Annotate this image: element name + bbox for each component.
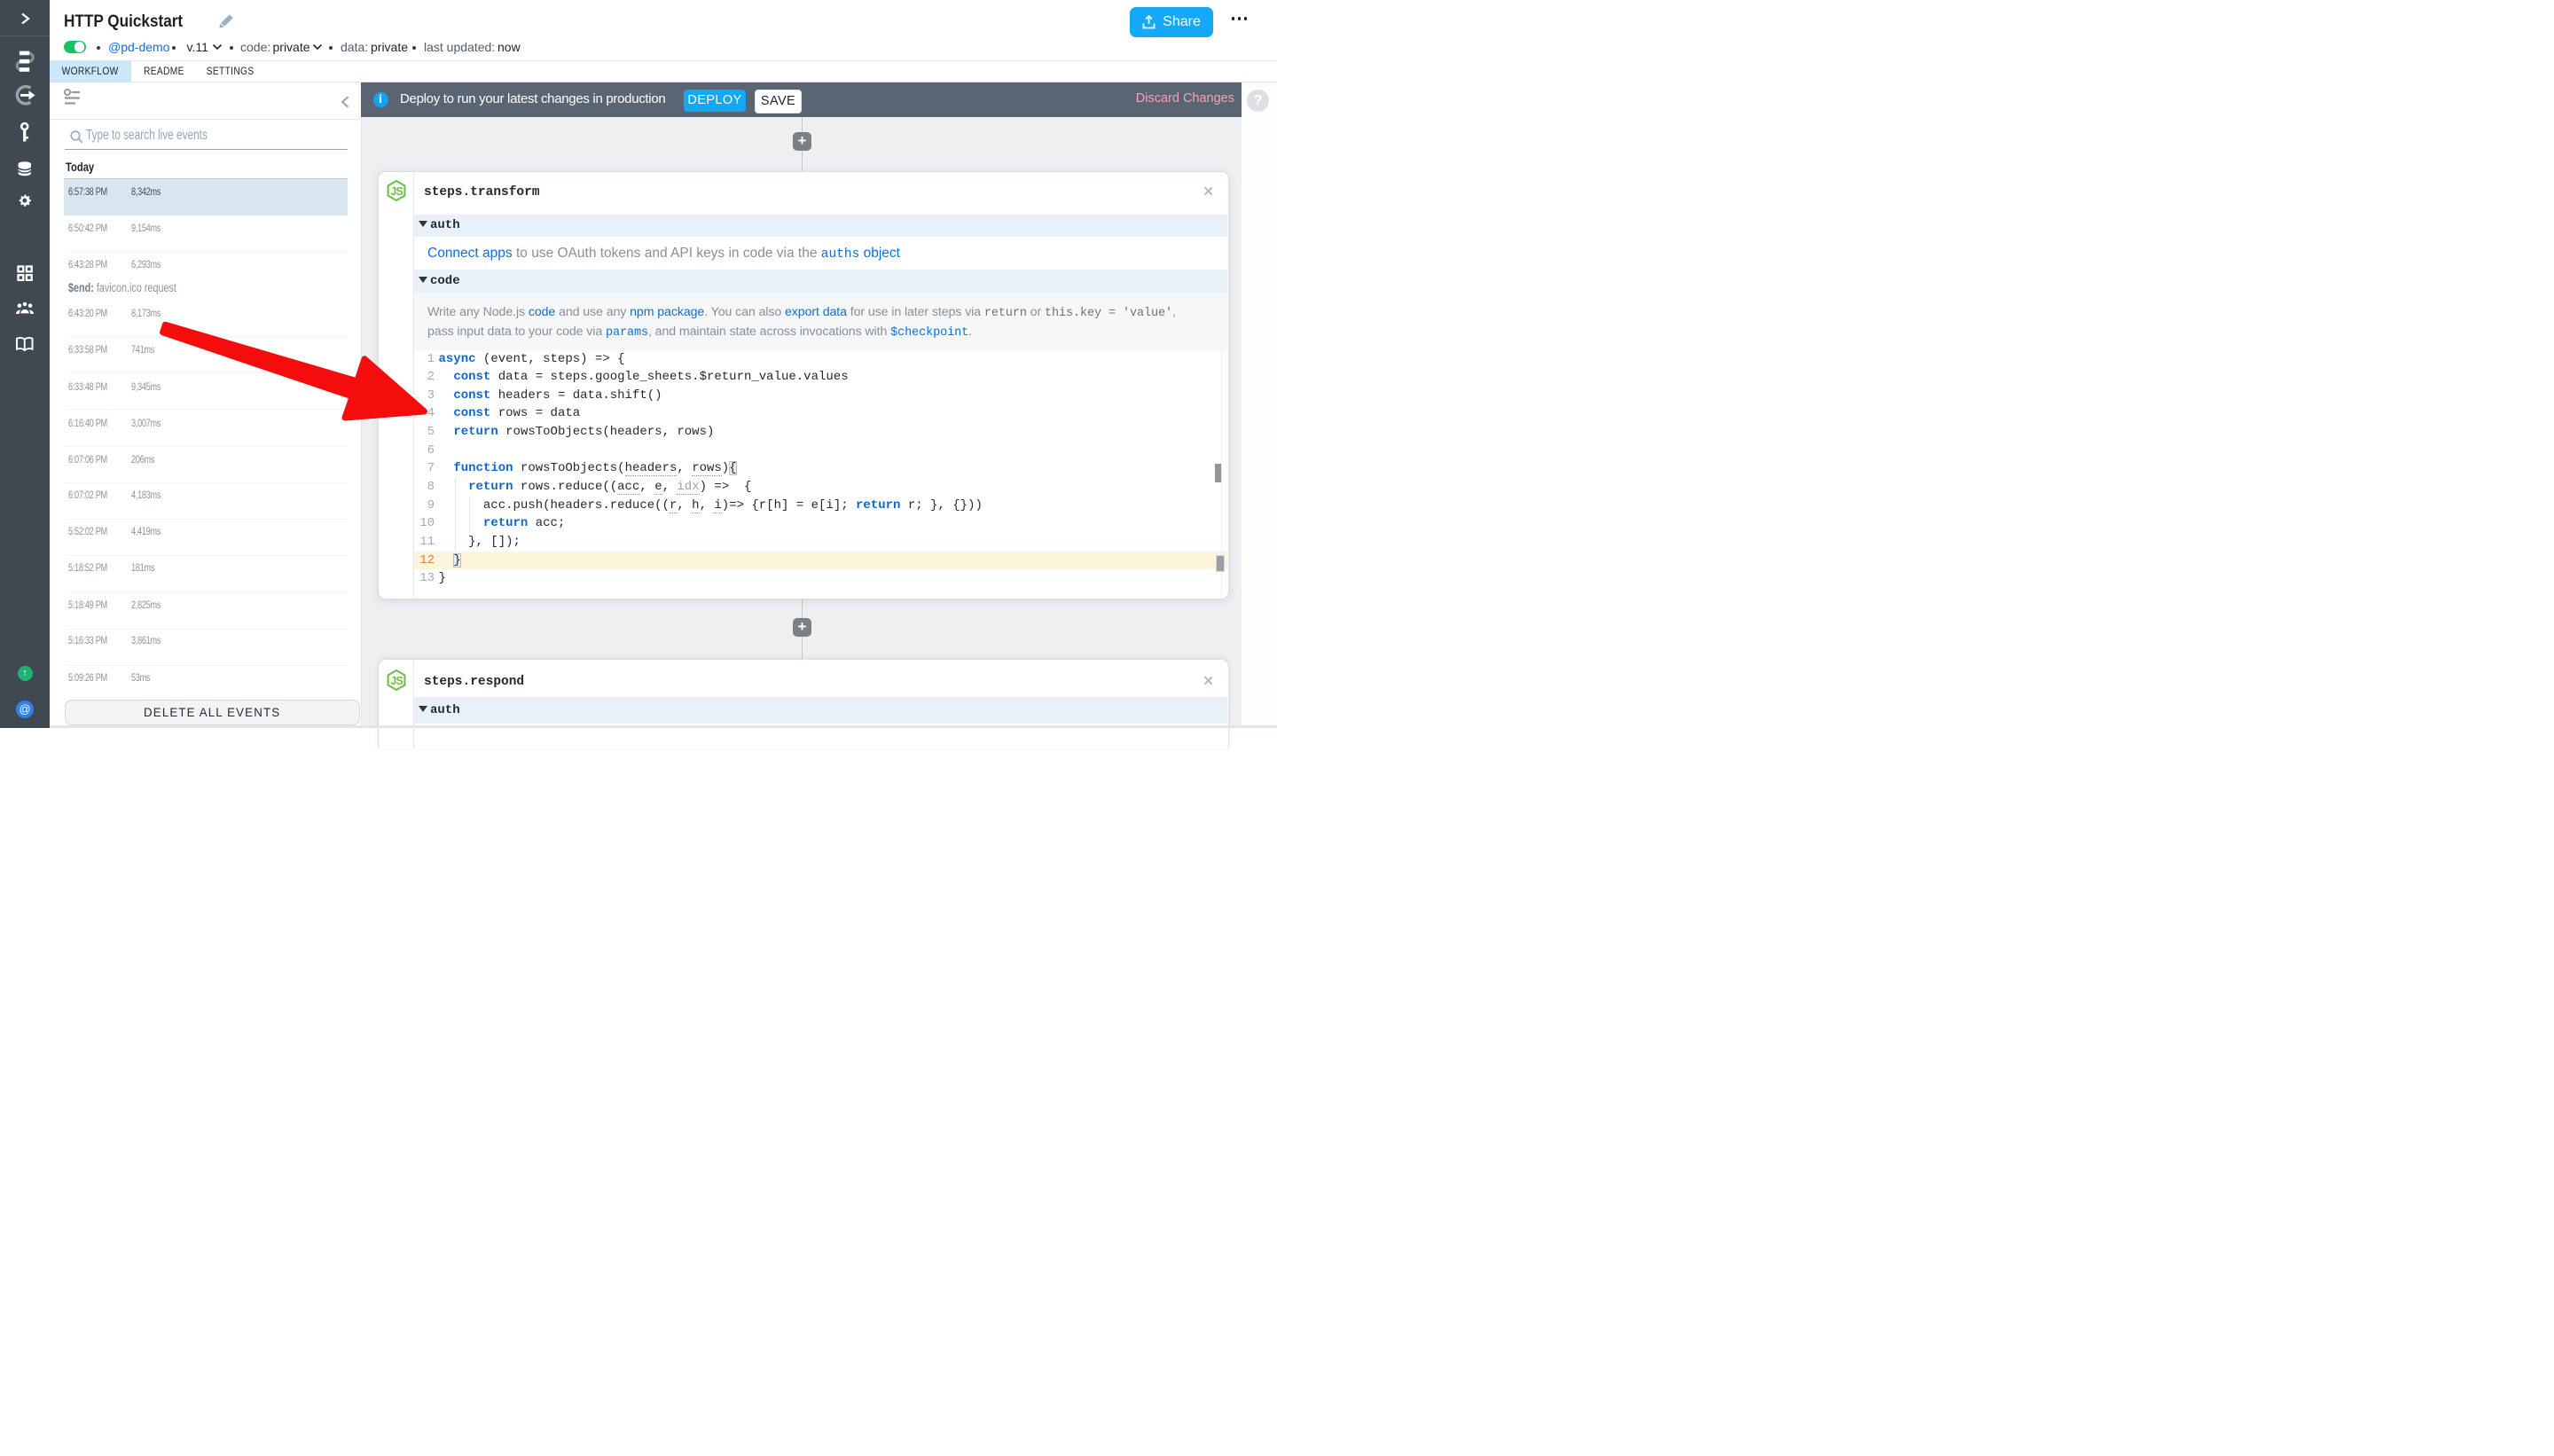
svg-text:JS: JS — [390, 675, 403, 687]
svg-text:JS: JS — [390, 185, 403, 198]
